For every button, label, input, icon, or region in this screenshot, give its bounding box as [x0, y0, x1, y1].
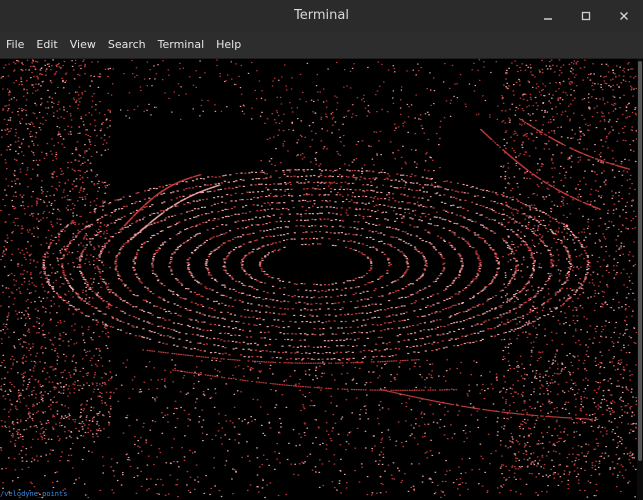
maximize-icon [581, 11, 591, 20]
terminal-bottom-text: /velodyne_points [0, 490, 68, 498]
menu-view[interactable]: View [64, 31, 102, 59]
close-button[interactable] [605, 0, 643, 31]
title-bar: Terminal [0, 0, 643, 31]
menu-search[interactable]: Search [102, 31, 152, 59]
menu-file[interactable]: File [0, 31, 30, 59]
menu-bar: File Edit View Search Terminal Help [0, 31, 643, 59]
minimize-icon [544, 17, 552, 20]
window-controls [529, 0, 643, 31]
menu-edit[interactable]: Edit [30, 31, 63, 59]
minimize-button[interactable] [529, 0, 567, 31]
window-title: Terminal [294, 8, 349, 23]
terminal-area[interactable] [0, 59, 643, 500]
point-cloud-render [0, 59, 637, 499]
menu-help[interactable]: Help [210, 31, 247, 59]
scrollbar-thumb[interactable] [638, 61, 642, 461]
menu-terminal[interactable]: Terminal [152, 31, 211, 59]
close-icon [620, 11, 628, 20]
maximize-button[interactable] [567, 0, 605, 31]
